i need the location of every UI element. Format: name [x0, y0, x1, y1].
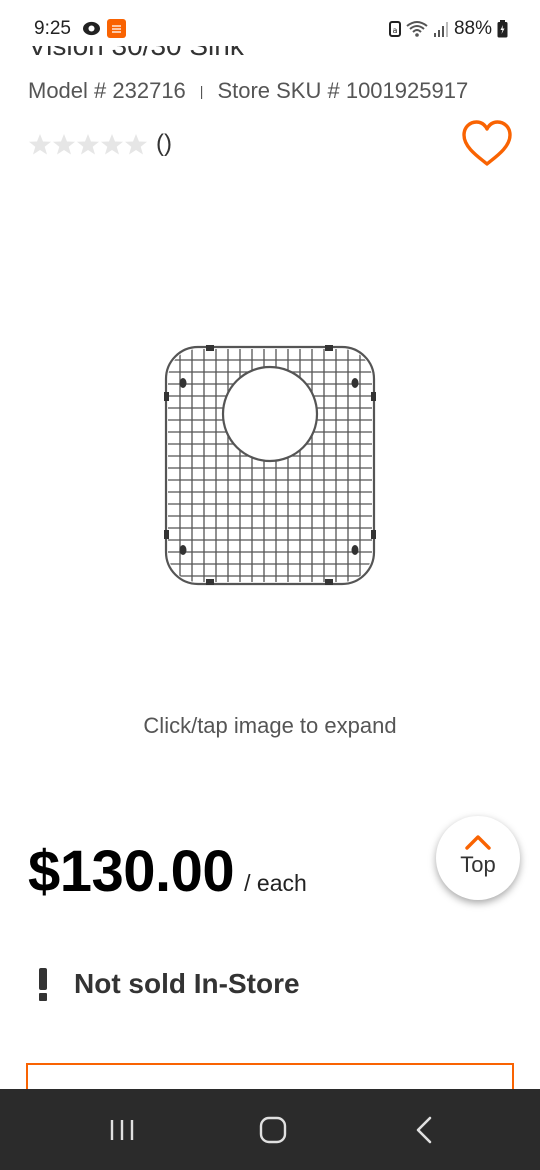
rating-row[interactable]: () — [28, 130, 172, 158]
star-icon — [53, 134, 75, 155]
price-unit: / each — [244, 870, 307, 896]
back-to-top-button[interactable]: Top — [436, 816, 520, 900]
home-depot-app-icon — [107, 19, 126, 38]
system-nav-bar — [0, 1089, 540, 1170]
data-saver-icon: a — [388, 21, 401, 37]
star-icon — [77, 134, 99, 155]
signal-icon — [433, 22, 448, 37]
wifi-icon — [406, 21, 428, 37]
star-icon — [125, 134, 147, 155]
chevron-up-icon — [465, 835, 491, 850]
rating-stars — [28, 133, 148, 155]
battery-icon — [497, 20, 508, 38]
star-icon — [29, 134, 51, 155]
eye-icon — [83, 21, 100, 36]
product-title: Vision 30/30 Sink — [28, 46, 244, 60]
favorite-heart-icon[interactable] — [460, 118, 514, 170]
product-image[interactable] — [160, 340, 380, 590]
back-icon[interactable] — [410, 1115, 440, 1145]
store-sku: Store SKU # 1001925917 — [217, 78, 469, 103]
battery-percent: 88% — [453, 18, 492, 39]
star-icon — [101, 134, 123, 155]
rating-count: () — [156, 130, 172, 157]
status-right: a 88% — [388, 18, 508, 40]
status-left-icons — [82, 19, 126, 38]
top-label: Top — [460, 852, 496, 877]
exclamation-icon — [34, 966, 52, 1002]
price: $130.00 — [28, 839, 235, 904]
status-time: 9:25 — [34, 18, 71, 39]
status-bar: 9:25 a 88% — [0, 0, 540, 46]
svg-text:a: a — [393, 26, 398, 35]
price-row: $130.00 / each — [28, 838, 307, 905]
separator: | — [199, 83, 204, 99]
availability-text: Not sold In-Store — [74, 968, 300, 999]
home-icon[interactable] — [258, 1115, 288, 1145]
expand-hint: Click/tap image to expand — [143, 713, 397, 738]
title-clip: Vision 30/30 Sink — [0, 46, 540, 60]
model-sku-line: Model # 232716 | Store SKU # 1001925917 — [28, 78, 468, 104]
model-number: Model # 232716 — [28, 78, 186, 103]
availability-row: Not sold In-Store — [34, 966, 300, 1002]
recent-apps-icon[interactable] — [107, 1115, 137, 1145]
